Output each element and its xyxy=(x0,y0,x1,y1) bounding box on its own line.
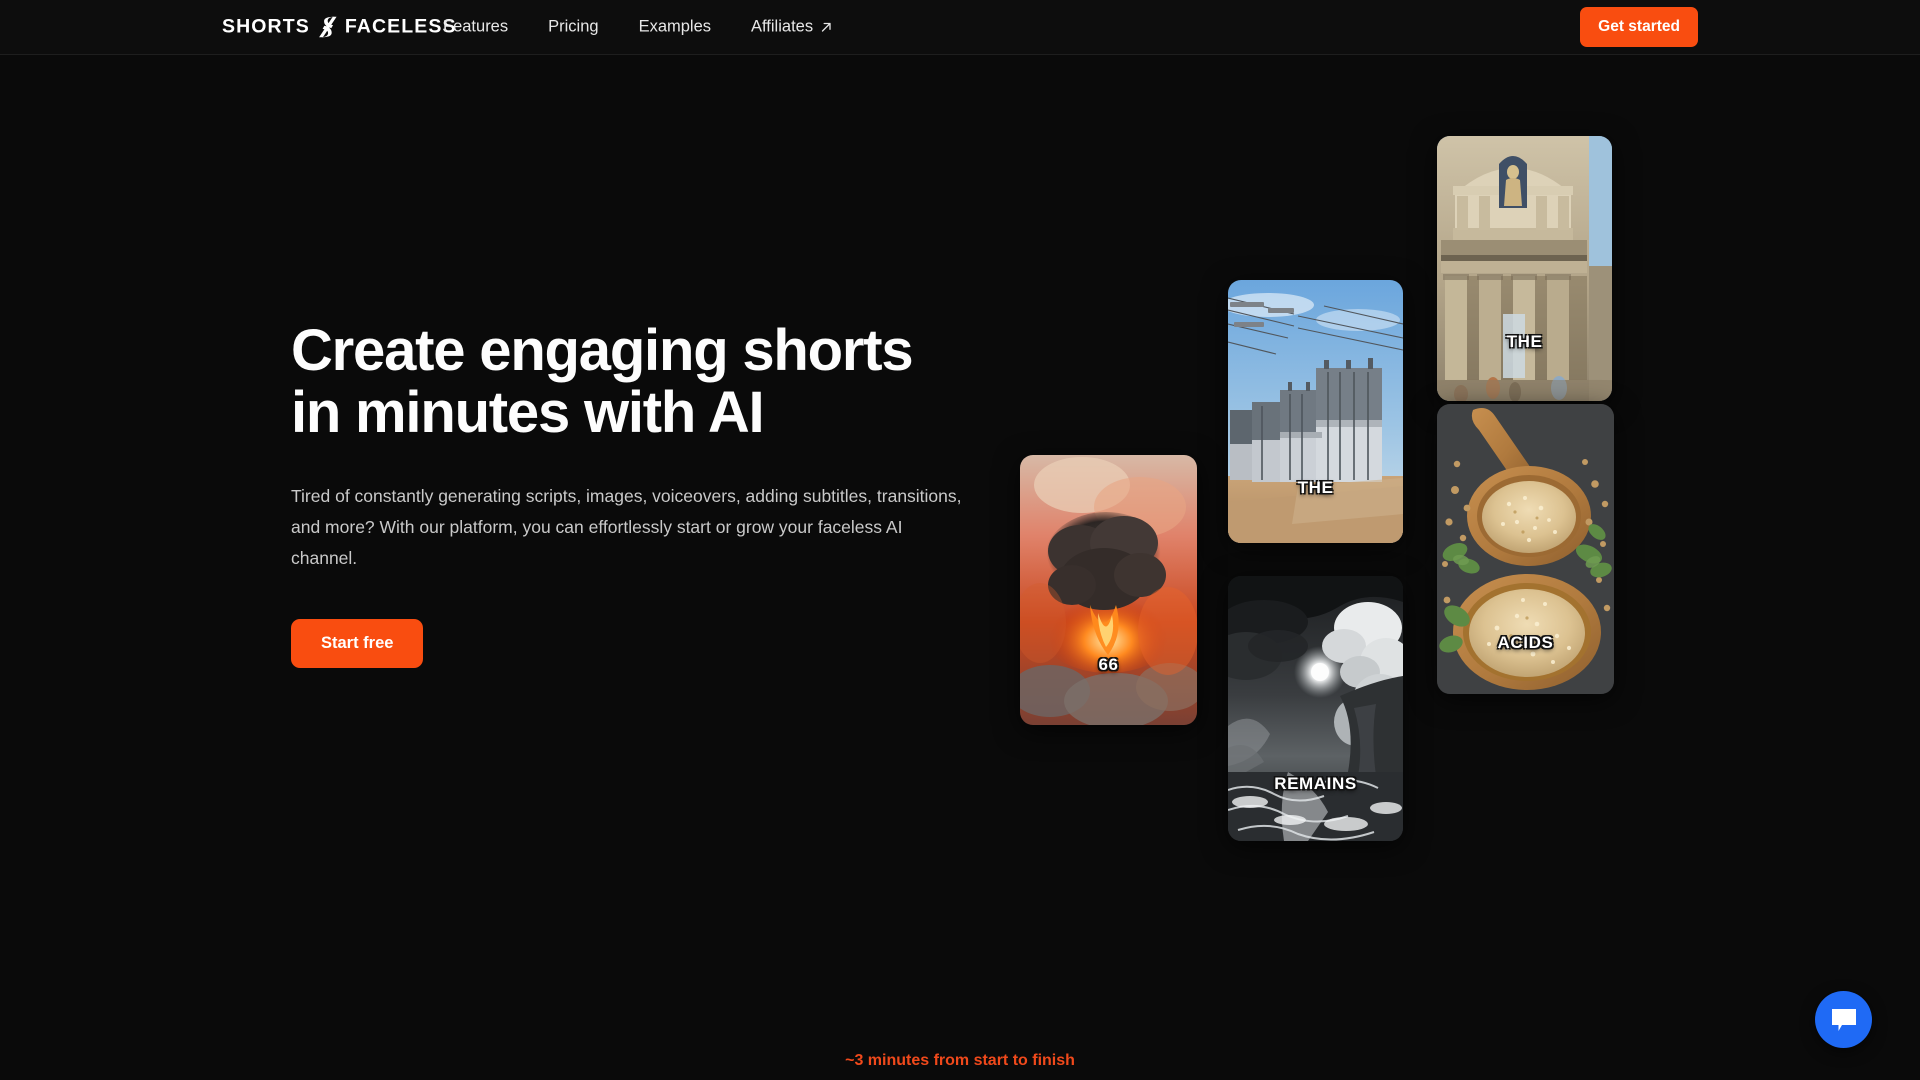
nav-label: Pricing xyxy=(548,17,599,36)
chat-widget-button[interactable] xyxy=(1815,991,1872,1048)
preview-card-seascape[interactable]: REMAINS xyxy=(1228,576,1403,841)
nav-item-affiliates[interactable]: Affiliates xyxy=(751,18,833,37)
nav-item-features[interactable]: Features xyxy=(443,18,508,37)
preview-card-grains[interactable]: ACIDS xyxy=(1437,404,1614,694)
card-caption: ACIDS xyxy=(1497,633,1554,652)
s-slash-logo-icon xyxy=(318,16,337,38)
classical-architecture-image xyxy=(1437,136,1612,401)
logo-text-faceless: FACELESS xyxy=(344,15,457,38)
external-link-arrow-icon xyxy=(821,22,831,32)
nav-label: Features xyxy=(443,17,509,36)
preview-card-eruption[interactable]: 66 xyxy=(1020,455,1197,725)
electrical-substation-image xyxy=(1228,280,1403,543)
nav-item-pricing[interactable]: Pricing xyxy=(548,18,598,37)
nav-label: Affiliates xyxy=(751,17,814,36)
main-navigation: Features Pricing Examples Affiliates xyxy=(443,18,833,37)
nav-item-examples[interactable]: Examples xyxy=(639,18,711,37)
hero-card-collage: 66 THE THE REMAINS ACIDS xyxy=(0,0,1920,1080)
footnote-text: ~3 minutes from start to finish xyxy=(845,1052,1075,1069)
site-header: SHORTS FACELESS Features Pricing Example… xyxy=(0,0,1920,55)
preview-card-substation[interactable]: THE xyxy=(1228,280,1403,543)
card-caption: THE xyxy=(1297,478,1334,497)
brand-logo[interactable]: SHORTS FACELESS xyxy=(222,16,457,39)
card-caption: THE xyxy=(1506,332,1543,351)
logo-text-shorts: SHORTS xyxy=(222,15,310,38)
volcanic-eruption-image xyxy=(1020,455,1197,725)
card-caption: 66 xyxy=(1098,655,1119,674)
monochrome-seascape-image xyxy=(1228,576,1403,841)
get-started-button[interactable]: Get started xyxy=(1580,7,1698,47)
preview-card-architecture[interactable]: THE xyxy=(1437,136,1612,401)
chat-bubble-icon xyxy=(1831,1008,1856,1031)
card-caption: REMAINS xyxy=(1274,774,1357,793)
nav-label: Examples xyxy=(638,17,712,36)
